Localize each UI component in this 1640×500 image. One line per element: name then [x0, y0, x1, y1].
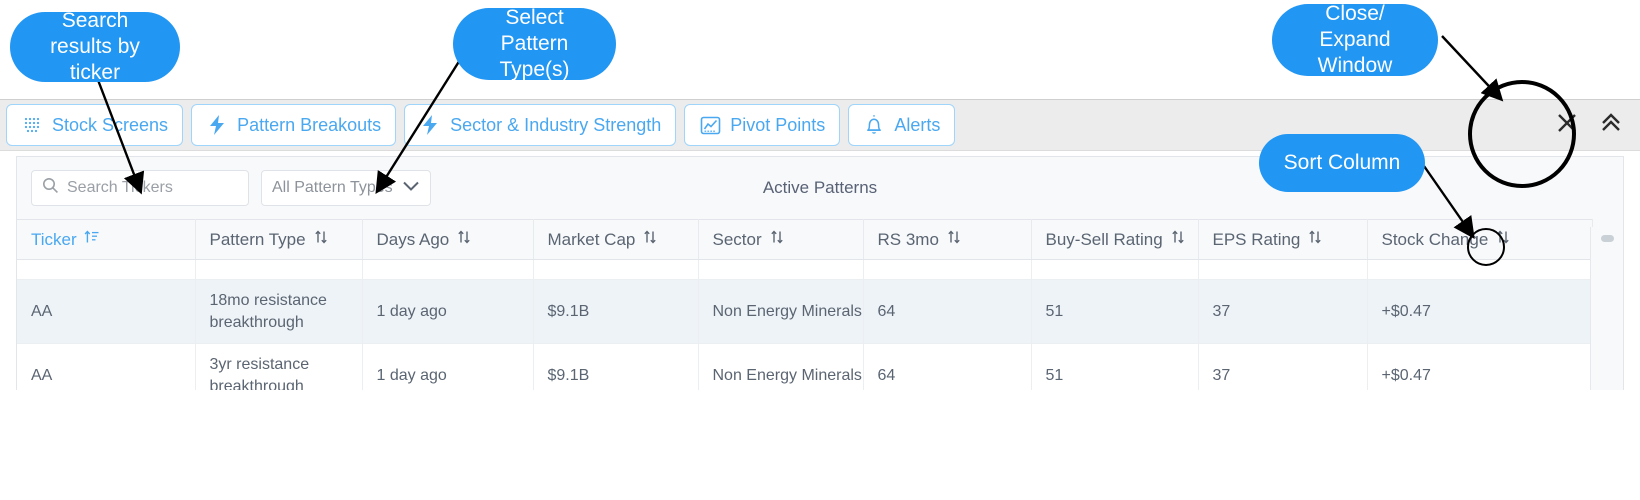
sort-updown-icon[interactable]: [1307, 229, 1323, 250]
highlight-circle-window-controls: [1468, 80, 1576, 188]
vertical-scrollbar[interactable]: [1590, 227, 1623, 390]
bell-icon: [863, 114, 885, 136]
column-label: Market Cap: [547, 229, 636, 249]
highlight-circle-sort-icon: [1467, 228, 1505, 266]
search-placeholder: Search Tickers: [67, 179, 173, 196]
cell-buy-sell-rating: 51: [1031, 343, 1199, 390]
cell-ticker[interactable]: AA: [17, 279, 196, 345]
annotation-sort-column: Sort Column: [1259, 134, 1425, 192]
cell-ticker[interactable]: AA: [17, 343, 196, 390]
lightning-bolt-icon: [206, 114, 228, 136]
dot-grid-icon: [21, 114, 43, 136]
sort-ascending-icon[interactable]: [84, 229, 100, 250]
table-container: Ticker Pattern Type Days Ago Market Cap …: [17, 219, 1623, 390]
annotation-close-expand: Close/ Expand Window: [1272, 2, 1438, 77]
table-header-row: Ticker Pattern Type Days Ago Market Cap …: [17, 219, 1593, 260]
tool-button-alerts[interactable]: Alerts: [848, 104, 956, 146]
cell-stock-change: +$0.47: [1367, 343, 1593, 390]
annotation-search-results: Search results by ticker: [10, 9, 180, 84]
lightning-bolt-icon: [419, 114, 441, 136]
cell-eps-rating: 37: [1198, 279, 1368, 345]
pattern-type-select[interactable]: All Pattern Types: [261, 170, 431, 206]
cell-sector: Non Energy Minerals: [698, 343, 864, 390]
cell-pattern-type: 3yr resistance breakthrough: [195, 343, 363, 390]
column-label: Sector: [712, 229, 762, 249]
table-body: AA 18mo resistance breakthrough 1 day ag…: [17, 259, 1593, 390]
tool-button-label: Stock Screens: [52, 114, 169, 135]
cell-pattern-type: 18mo resistance breakthrough: [195, 279, 363, 345]
cell-buy-sell-rating: 51: [1031, 279, 1199, 345]
cell-rs-3mo: 64: [863, 343, 1032, 390]
sort-updown-icon[interactable]: [313, 229, 329, 250]
double-chevron-up-icon: [1598, 110, 1624, 141]
column-header-ticker[interactable]: Ticker: [17, 219, 196, 260]
cell-rs-3mo: 64: [863, 279, 1032, 345]
tool-button-stock-screens[interactable]: Stock Screens: [6, 104, 184, 146]
search-icon: [42, 177, 59, 199]
tool-button-label: Alerts: [894, 114, 941, 135]
patterns-table: Ticker Pattern Type Days Ago Market Cap …: [17, 219, 1593, 390]
chart-box-icon: [699, 114, 721, 136]
annotation-select-pattern: Select Pattern Type(s): [453, 6, 616, 81]
app-root: Stock Screens Pattern Breakouts Sector &…: [0, 0, 1640, 500]
sort-updown-icon[interactable]: [642, 229, 658, 250]
table-header: Ticker Pattern Type Days Ago Market Cap …: [17, 219, 1593, 260]
cell-days-ago: 1 day ago: [362, 343, 534, 390]
column-label: Pattern Type: [209, 229, 306, 249]
tool-button-label: Pivot Points: [730, 114, 826, 135]
column-header-sector[interactable]: Sector: [698, 219, 864, 260]
column-header-rs-3mo[interactable]: RS 3mo: [863, 219, 1032, 260]
column-header-eps-rating[interactable]: EPS Rating: [1198, 219, 1368, 260]
table-row[interactable]: AA 3yr resistance breakthrough 1 day ago…: [17, 343, 1593, 390]
tool-button-label: Pattern Breakouts: [237, 114, 382, 135]
cell-market-cap: $9.1B: [533, 343, 699, 390]
pattern-type-value: All Pattern Types: [272, 179, 393, 196]
chevron-down-icon: [402, 179, 420, 197]
column-header-buy-sell-rating[interactable]: Buy-Sell Rating: [1031, 219, 1199, 260]
expand-window-button[interactable]: [1596, 110, 1626, 140]
column-header-market-cap[interactable]: Market Cap: [533, 219, 699, 260]
sort-updown-icon[interactable]: [456, 229, 472, 250]
column-label: RS 3mo: [877, 229, 939, 249]
cell-sector: Non Energy Minerals: [698, 279, 864, 345]
sort-updown-icon[interactable]: [769, 229, 785, 250]
column-label: Buy-Sell Rating: [1045, 229, 1163, 249]
cell-eps-rating: 37: [1198, 343, 1368, 390]
table-row-partial: [17, 259, 1593, 280]
sort-updown-icon[interactable]: [946, 229, 962, 250]
table-row[interactable]: AA 18mo resistance breakthrough 1 day ag…: [17, 279, 1593, 345]
column-header-days-ago[interactable]: Days Ago: [362, 219, 534, 260]
column-header-pattern-type[interactable]: Pattern Type: [195, 219, 363, 260]
tool-button-sector-industry-strength[interactable]: Sector & Industry Strength: [404, 104, 677, 146]
column-label: Days Ago: [376, 229, 450, 249]
cell-market-cap: $9.1B: [533, 279, 699, 345]
cell-stock-change: +$0.47: [1367, 279, 1593, 345]
tool-button-pivot-points[interactable]: Pivot Points: [684, 104, 841, 146]
search-input[interactable]: Search Tickers: [31, 170, 249, 206]
sort-updown-icon[interactable]: [1170, 229, 1186, 250]
scrollbar-thumb[interactable]: [1601, 235, 1614, 242]
column-label: Ticker: [31, 229, 77, 249]
tool-button-pattern-breakouts[interactable]: Pattern Breakouts: [191, 104, 397, 146]
cell-days-ago: 1 day ago: [362, 279, 534, 345]
column-label: EPS Rating: [1212, 229, 1301, 249]
tool-button-label: Sector & Industry Strength: [450, 114, 662, 135]
